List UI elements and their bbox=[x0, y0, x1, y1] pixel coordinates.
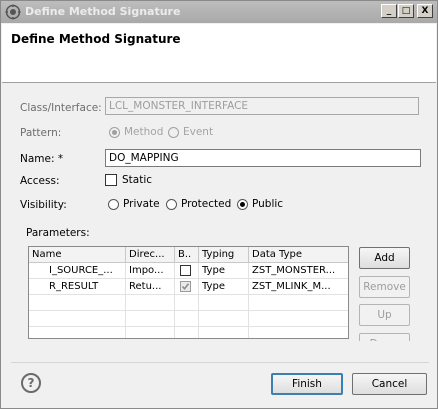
visibility-public-label: Public bbox=[252, 198, 284, 210]
col-byvalue-header[interactable]: B.. bbox=[175, 247, 199, 263]
col-name-header[interactable]: Name bbox=[29, 247, 126, 263]
visibility-private-radio[interactable] bbox=[108, 199, 119, 210]
static-checkbox[interactable] bbox=[105, 174, 117, 186]
empty-cell bbox=[126, 327, 175, 338]
col-direction-header[interactable]: Direc... bbox=[126, 247, 175, 263]
empty-cell bbox=[29, 295, 126, 311]
checkmark-icon bbox=[181, 283, 190, 291]
eclipse-icon bbox=[5, 4, 21, 20]
param-datatype-cell[interactable]: ZST_MONSTER... bbox=[249, 263, 348, 279]
pattern-event-radio bbox=[168, 127, 179, 138]
table-row[interactable]: R_RESULT Retu... Type ZST_MLINK_M... bbox=[29, 279, 348, 295]
add-button[interactable]: Add bbox=[359, 247, 410, 269]
visibility-protected-label: Protected bbox=[181, 198, 232, 210]
table-row bbox=[29, 327, 348, 338]
table-header: Name Direc... B.. Typing Data Type bbox=[29, 247, 348, 263]
window-title: Define Method Signature bbox=[25, 5, 181, 18]
cancel-button[interactable]: Cancel bbox=[352, 373, 427, 395]
table-row bbox=[29, 295, 348, 311]
parameters-label: Parameters: bbox=[26, 227, 90, 239]
col-typing-header[interactable]: Typing bbox=[199, 247, 249, 263]
empty-cell bbox=[175, 311, 199, 327]
dialog-header: Define Method Signature bbox=[2, 24, 436, 83]
empty-cell bbox=[29, 311, 126, 327]
param-byvalue-cell[interactable] bbox=[175, 263, 199, 279]
title-bar[interactable]: Define Method Signature _ □ X bbox=[1, 1, 437, 23]
param-typing-cell[interactable]: Type bbox=[199, 263, 249, 279]
pattern-method-label: Method bbox=[124, 126, 164, 138]
param-typing-cell[interactable]: Type bbox=[199, 279, 249, 295]
minimize-button[interactable]: _ bbox=[381, 4, 397, 18]
col-datatype-header[interactable]: Data Type bbox=[249, 247, 348, 263]
down-button[interactable]: Down bbox=[359, 333, 410, 341]
pattern-method-radio bbox=[109, 127, 120, 138]
class-interface-label: Class/Interface: bbox=[20, 102, 102, 114]
param-name-cell[interactable]: R_RESULT bbox=[29, 279, 126, 295]
name-field[interactable]: DO_MAPPING bbox=[105, 149, 421, 167]
table-row bbox=[29, 311, 348, 327]
param-datatype-cell[interactable]: ZST_MLINK_M... bbox=[249, 279, 348, 295]
name-label: Name: * bbox=[20, 153, 64, 165]
static-label: Static bbox=[122, 174, 153, 186]
param-direction-cell[interactable]: Retu... bbox=[126, 279, 175, 295]
empty-cell bbox=[199, 327, 249, 338]
empty-cell bbox=[29, 327, 126, 338]
by-value-checkbox[interactable] bbox=[180, 265, 191, 276]
finish-button[interactable]: Finish bbox=[271, 373, 343, 395]
parameters-table[interactable]: Name Direc... B.. Typing Data Type I_SOU… bbox=[28, 246, 349, 339]
by-value-checkbox bbox=[180, 281, 191, 292]
param-byvalue-cell[interactable] bbox=[175, 279, 199, 295]
remove-button[interactable]: Remove bbox=[359, 276, 410, 298]
empty-cell bbox=[175, 327, 199, 338]
param-direction-cell[interactable]: Impo... bbox=[126, 263, 175, 279]
visibility-public-radio[interactable] bbox=[237, 199, 248, 210]
down-button-clip: Down bbox=[359, 333, 410, 341]
class-interface-field: LCL_MONSTER_INTERFACE bbox=[105, 97, 419, 115]
empty-cell bbox=[175, 295, 199, 311]
empty-cell bbox=[126, 295, 175, 311]
empty-cell bbox=[199, 311, 249, 327]
table-row[interactable]: I_SOURCE_... Impo... Type ZST_MONSTER... bbox=[29, 263, 348, 279]
param-name-cell[interactable]: I_SOURCE_... bbox=[29, 263, 126, 279]
pattern-event-label: Event bbox=[183, 126, 214, 138]
visibility-protected-radio[interactable] bbox=[166, 199, 177, 210]
dialog-window: Define Method Signature _ □ X Define Met… bbox=[0, 0, 438, 409]
close-button[interactable]: X bbox=[417, 4, 433, 18]
help-icon[interactable]: ? bbox=[21, 373, 41, 393]
empty-cell bbox=[199, 295, 249, 311]
visibility-private-label: Private bbox=[123, 198, 160, 210]
footer-divider bbox=[11, 362, 429, 363]
page-title: Define Method Signature bbox=[11, 32, 181, 46]
maximize-button[interactable]: □ bbox=[398, 4, 414, 18]
pattern-label: Pattern: bbox=[20, 127, 62, 139]
empty-cell bbox=[126, 311, 175, 327]
visibility-label: Visibility: bbox=[20, 199, 67, 211]
up-button[interactable]: Up bbox=[359, 304, 410, 326]
access-label: Access: bbox=[20, 175, 60, 187]
